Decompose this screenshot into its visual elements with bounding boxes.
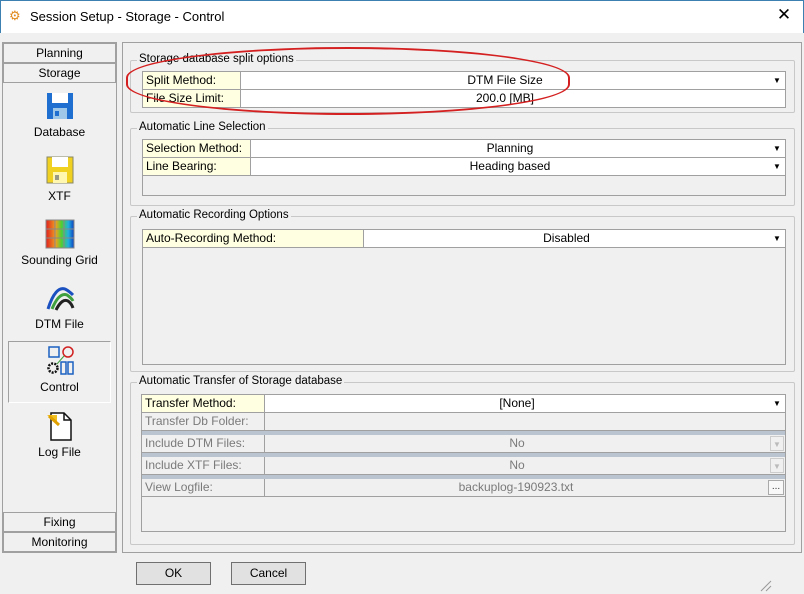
view-logfile-row: View Logfile: backuplog-190923.txt... bbox=[142, 479, 785, 497]
sidebar-item-label: Database bbox=[33, 125, 86, 139]
transfer-db-folder-row: Transfer Db Folder: bbox=[142, 413, 785, 431]
line-bearing-value[interactable]: Heading based bbox=[251, 158, 769, 175]
row-label: View Logfile: bbox=[142, 479, 265, 496]
tab-fixing[interactable]: Fixing bbox=[3, 512, 116, 532]
row-label: Transfer Method: bbox=[142, 395, 265, 412]
sidebar-item-dtm-file[interactable]: DTM File bbox=[9, 279, 110, 341]
auto-recording-row[interactable]: Auto-Recording Method: Disabled ▼ bbox=[143, 230, 785, 248]
group-title: Automatic Line Selection bbox=[137, 121, 268, 133]
include-xtf-value: No bbox=[509, 458, 525, 472]
sidebar-item-control[interactable]: Control bbox=[8, 341, 111, 403]
row-label: Transfer Db Folder: bbox=[142, 413, 265, 430]
group-title: Automatic Transfer of Storage database bbox=[137, 375, 345, 387]
include-dtm-value: No bbox=[509, 436, 525, 450]
control-diagram-icon bbox=[47, 346, 74, 375]
sidebar-item-xtf[interactable]: XTF bbox=[9, 151, 110, 213]
include-xtf-row: Include XTF Files: No ▼ bbox=[142, 457, 785, 475]
sidebar-item-label: DTM File bbox=[35, 317, 84, 331]
sidebar-item-database[interactable]: Database bbox=[9, 87, 110, 149]
transfer-method-row[interactable]: Transfer Method: [None] ▼ bbox=[142, 395, 785, 413]
highlight-annotation bbox=[126, 47, 570, 115]
include-dtm-row: Include DTM Files: No ▼ bbox=[142, 435, 785, 453]
sidebar-item-label: XTF bbox=[48, 189, 71, 203]
transfer-grid: Transfer Method: [None] ▼ Transfer Db Fold… bbox=[141, 394, 786, 532]
ok-button[interactable]: OK bbox=[136, 562, 211, 585]
row-label: Line Bearing: bbox=[143, 158, 251, 175]
sidebar-item-label: Sounding Grid bbox=[21, 253, 98, 267]
floppy-yellow-icon bbox=[46, 156, 74, 184]
dropdown-arrow-icon[interactable]: ▼ bbox=[770, 231, 784, 246]
cancel-button[interactable]: Cancel bbox=[231, 562, 306, 585]
sidebar: Planning Storage Database XTF Sounding G… bbox=[2, 42, 117, 553]
tab-planning[interactable]: Planning bbox=[3, 43, 116, 63]
tab-storage[interactable]: Storage bbox=[3, 63, 116, 83]
close-button[interactable]: ✕ bbox=[774, 5, 794, 25]
view-logfile-value: backuplog-190923.txt bbox=[458, 480, 574, 494]
transfer-db-folder-value bbox=[265, 413, 769, 430]
dropdown-arrow-icon: ▼ bbox=[770, 436, 784, 451]
dtm-wave-icon bbox=[46, 287, 75, 311]
group-title: Automatic Recording Options bbox=[137, 209, 291, 221]
recording-grid: Auto-Recording Method: Disabled ▼ bbox=[142, 229, 786, 365]
sidebar-item-log-file[interactable]: Log File bbox=[9, 407, 110, 469]
resize-grip-icon[interactable] bbox=[758, 578, 772, 592]
row-label: Include XTF Files: bbox=[142, 457, 265, 474]
row-label: Auto-Recording Method: bbox=[143, 230, 364, 247]
gear-app-icon: ⚙ bbox=[9, 8, 21, 23]
grid-color-icon bbox=[45, 219, 75, 249]
recording-group: Automatic Recording Options Auto-Recordi… bbox=[130, 209, 795, 372]
dropdown-arrow-icon[interactable]: ▼ bbox=[770, 396, 784, 411]
dropdown-arrow-icon[interactable]: ▼ bbox=[770, 141, 784, 156]
line-bearing-row[interactable]: Line Bearing: Heading based ▼ bbox=[143, 158, 785, 176]
line-grid: Selection Method: Planning ▼ Line Bearing:… bbox=[142, 139, 786, 196]
line-selection-group: Automatic Line Selection Selection Metho… bbox=[130, 121, 795, 206]
browse-logfile-button[interactable]: ... bbox=[768, 480, 784, 495]
floppy-blue-icon bbox=[47, 93, 73, 119]
log-file-icon bbox=[47, 412, 72, 441]
sidebar-item-label: Control bbox=[40, 380, 79, 394]
sidebar-item-label: Log File bbox=[38, 445, 81, 459]
dropdown-arrow-icon: ▼ bbox=[770, 458, 784, 473]
selection-method-row[interactable]: Selection Method: Planning ▼ bbox=[143, 140, 785, 158]
sidebar-item-sounding-grid[interactable]: Sounding Grid bbox=[9, 215, 110, 277]
transfer-method-value[interactable]: [None] bbox=[265, 395, 769, 412]
row-label: Selection Method: bbox=[143, 140, 251, 157]
dropdown-arrow-icon[interactable]: ▼ bbox=[770, 73, 784, 88]
tab-monitoring[interactable]: Monitoring bbox=[3, 532, 116, 552]
dropdown-arrow-icon[interactable]: ▼ bbox=[770, 159, 784, 174]
row-label: Include DTM Files: bbox=[142, 435, 265, 452]
window-title: Session Setup - Storage - Control bbox=[30, 9, 225, 24]
selection-method-value[interactable]: Planning bbox=[251, 140, 769, 157]
auto-recording-value[interactable]: Disabled bbox=[364, 230, 769, 247]
transfer-group: Automatic Transfer of Storage database T… bbox=[130, 375, 795, 545]
